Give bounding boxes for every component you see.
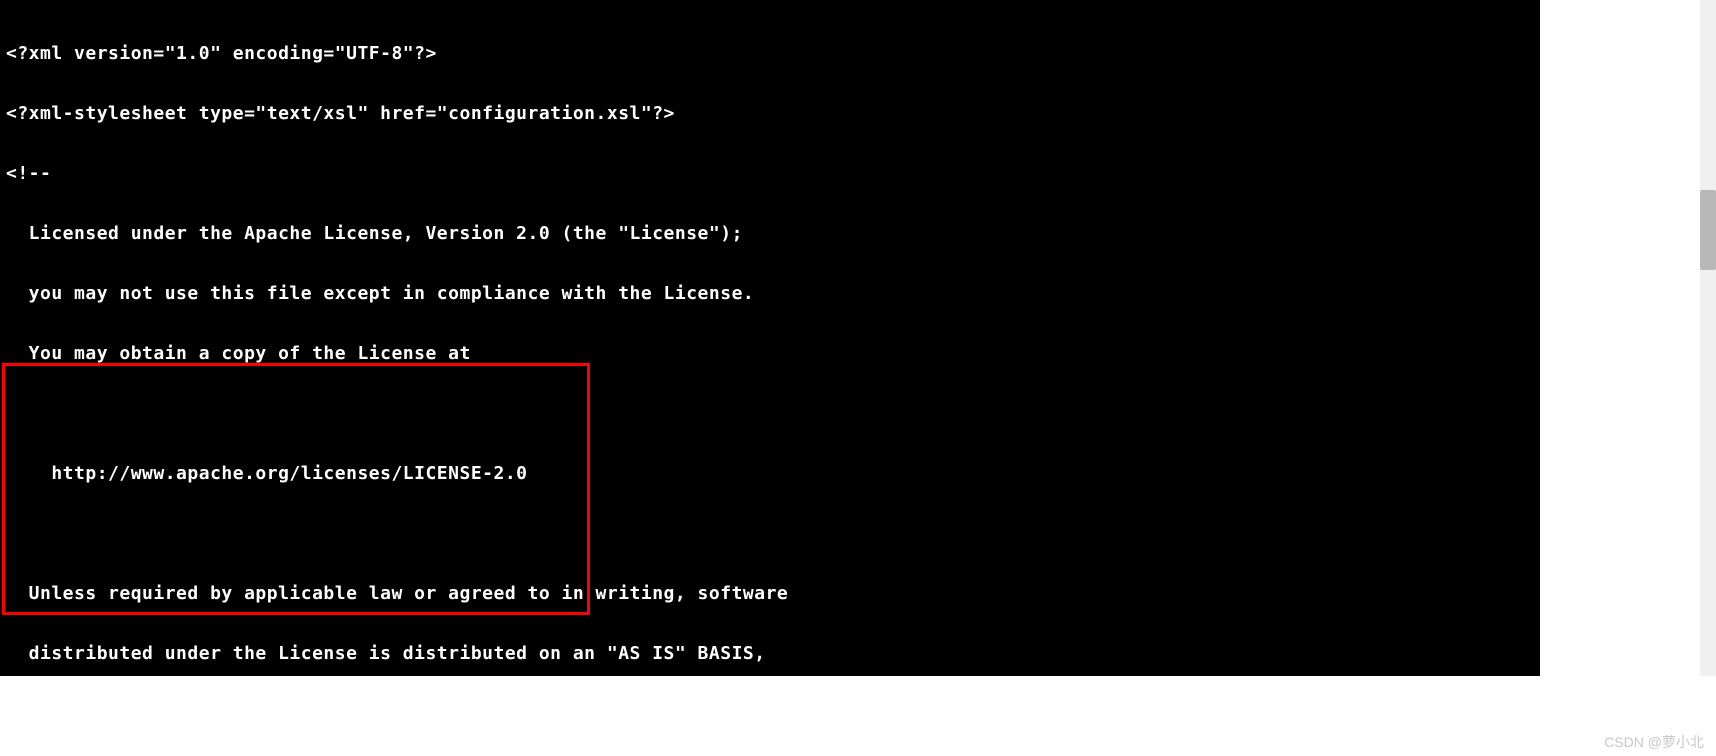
code-line: Licensed under the Apache License, Versi… (6, 224, 1534, 244)
code-line: <?xml-stylesheet type="text/xsl" href="c… (6, 104, 1534, 124)
code-line: WITHOUT WARRANTIES OR CONDITIONS OF ANY … (6, 704, 1534, 724)
code-line: you may not use this file except in comp… (6, 284, 1534, 304)
scrollbar-thumb[interactable] (1700, 190, 1716, 270)
code-line (6, 524, 1534, 544)
watermark-text: CSDN @萝小北 (1604, 732, 1704, 752)
terminal-frame: <?xml version="1.0" encoding="UTF-8"?> <… (0, 0, 1716, 756)
code-line: <!-- (6, 164, 1534, 184)
terminal-viewport[interactable]: <?xml version="1.0" encoding="UTF-8"?> <… (0, 0, 1540, 676)
code-line: <?xml version="1.0" encoding="UTF-8"?> (6, 44, 1534, 64)
scrollbar-track[interactable] (1700, 0, 1716, 676)
code-line: You may obtain a copy of the License at (6, 344, 1534, 364)
code-line: http://www.apache.org/licenses/LICENSE-2… (6, 464, 1534, 484)
code-line: distributed under the License is distrib… (6, 644, 1534, 664)
code-line (6, 404, 1534, 424)
code-line: Unless required by applicable law or agr… (6, 584, 1534, 604)
